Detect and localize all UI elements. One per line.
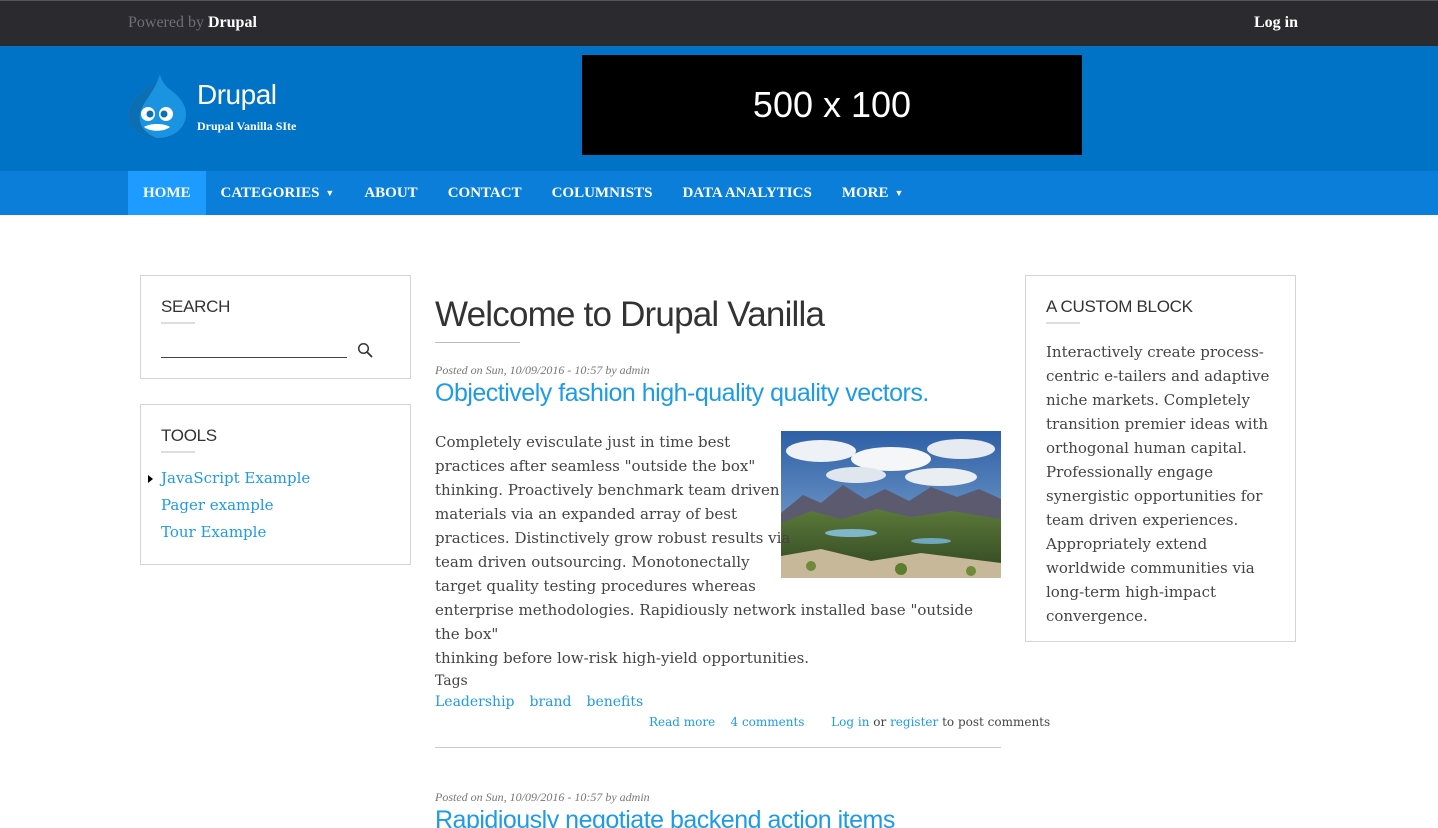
nav-item-label: About [364, 184, 418, 201]
post-title-link[interactable]: Objectively fashion high-quality quality… [435, 379, 929, 408]
tools-item-label: JavaScript Example [161, 469, 311, 487]
post-body-line: materials via an expanded array of best [435, 505, 738, 523]
custom-block-title: A CUSTOM BLOCK [1046, 297, 1193, 316]
post-comments-text: to post comments [942, 715, 1051, 729]
drupal-link[interactable]: Drupal [208, 14, 257, 31]
title-underline [1046, 322, 1080, 324]
post-body: Completely evisculate just in time best … [435, 430, 1001, 670]
post-body-line: target quality testing procedures wherea… [435, 577, 756, 595]
title-underline [161, 451, 195, 453]
post-body-line: thinking before low-risk high-yield oppo… [435, 649, 810, 667]
login-link[interactable]: Log in [1254, 14, 1298, 32]
nav-item-columnists[interactable]: Columnists [537, 171, 668, 215]
tools-item-pager-example[interactable]: Pager example [161, 496, 390, 523]
main-content: Welcome to Drupal Vanilla Posted on Sun,… [435, 295, 1050, 828]
register-link[interactable]: register [890, 715, 938, 729]
or-text: or [873, 715, 887, 729]
arrow-right-icon [148, 475, 153, 483]
nav-item-data-analytics[interactable]: Data Analytics [667, 171, 826, 215]
tools-item-tour-example[interactable]: Tour Example [161, 523, 390, 550]
site-slogan: Drupal Vanilla SIte [197, 119, 297, 133]
site-header: Drupal Drupal Vanilla SIte 500 x 100 [0, 46, 1438, 171]
chevron-down-icon: ▼ [325, 188, 335, 198]
ad-banner[interactable]: 500 x 100 [582, 55, 1082, 155]
post-body-line: practices after seamless "outside the bo… [435, 457, 756, 475]
tools-block-title: TOOLS [161, 426, 217, 445]
search-input[interactable] [161, 334, 347, 358]
tags-list: Leadership brand benefits [435, 694, 658, 710]
nav-item-label: Home [143, 184, 191, 201]
post-divider [435, 747, 1001, 748]
custom-block: A CUSTOM BLOCK Interactively create proc… [1025, 275, 1296, 642]
drupal-logo-icon[interactable] [128, 72, 186, 138]
post-meta: Posted on Sun, 10/09/2016 - 10:57 by adm… [435, 790, 650, 804]
tag-link[interactable]: benefits [587, 694, 644, 710]
tools-list: JavaScript Example Pager example Tour Ex… [148, 469, 390, 550]
title-underline [161, 322, 195, 324]
nav-item-label: Categories [220, 184, 320, 201]
tools-block: TOOLS JavaScript Example Pager example T… [140, 404, 411, 565]
tag-link[interactable]: Leadership [435, 694, 515, 710]
main-nav: Home Categories ▼ About Contact Columnist… [0, 171, 1438, 215]
tools-item-label: Pager example [161, 496, 274, 514]
nav-item-home[interactable]: Home [128, 171, 206, 215]
post-body-line: team driven outsourcing. Monotonectally [435, 553, 750, 571]
site-name[interactable]: Drupal [197, 79, 277, 111]
tools-item-label: Tour Example [161, 523, 267, 541]
nav-item-more[interactable]: More ▼ [827, 171, 919, 215]
page-title: Welcome to Drupal Vanilla [435, 295, 825, 334]
search-block-title: SEARCH [161, 297, 231, 316]
nav-item-label: More [841, 184, 889, 201]
post-body-line: enterprise methodologies. Rapidiously ne… [435, 601, 974, 643]
post-meta: Posted on Sun, 10/09/2016 - 10:57 by adm… [435, 363, 650, 377]
top-bar: Powered by Drupal Log in [0, 0, 1438, 46]
search-block: SEARCH [140, 275, 411, 379]
title-underline [435, 342, 520, 343]
powered-by: Powered by Drupal [128, 14, 257, 32]
comments-link[interactable]: 4 comments [731, 715, 805, 729]
nav-item-label: Data Analytics [682, 184, 812, 201]
nav-item-contact[interactable]: Contact [433, 171, 537, 215]
post-body-line: practices. Distinctively grow robust res… [435, 529, 791, 547]
nav-item-about[interactable]: About [349, 171, 432, 215]
tags-label: Tags [435, 673, 468, 689]
post-title-link[interactable]: Rapidiously negotiate backend action ite… [435, 806, 895, 828]
read-more-link[interactable]: Read more [649, 715, 715, 729]
nav-item-label: Contact [447, 184, 522, 201]
search-form [161, 334, 373, 358]
search-icon[interactable] [357, 342, 373, 358]
custom-block-body: Interactively create process-centric e-t… [1046, 343, 1270, 625]
post-body-line: Completely evisculate just in time best [435, 433, 731, 451]
post-links: Read more 4 comments Log in or register … [649, 715, 1050, 729]
comment-login-link[interactable]: Log in [831, 715, 869, 729]
powered-by-prefix: Powered by [128, 14, 204, 31]
nav-item-categories[interactable]: Categories ▼ [206, 171, 350, 215]
nav-item-label: Columnists [551, 184, 653, 201]
tools-item-javascript-example[interactable]: JavaScript Example [148, 469, 390, 496]
chevron-down-icon: ▼ [894, 188, 904, 198]
post-body-line: thinking. Proactively benchmark team dri… [435, 481, 780, 499]
tag-link[interactable]: brand [530, 694, 572, 710]
